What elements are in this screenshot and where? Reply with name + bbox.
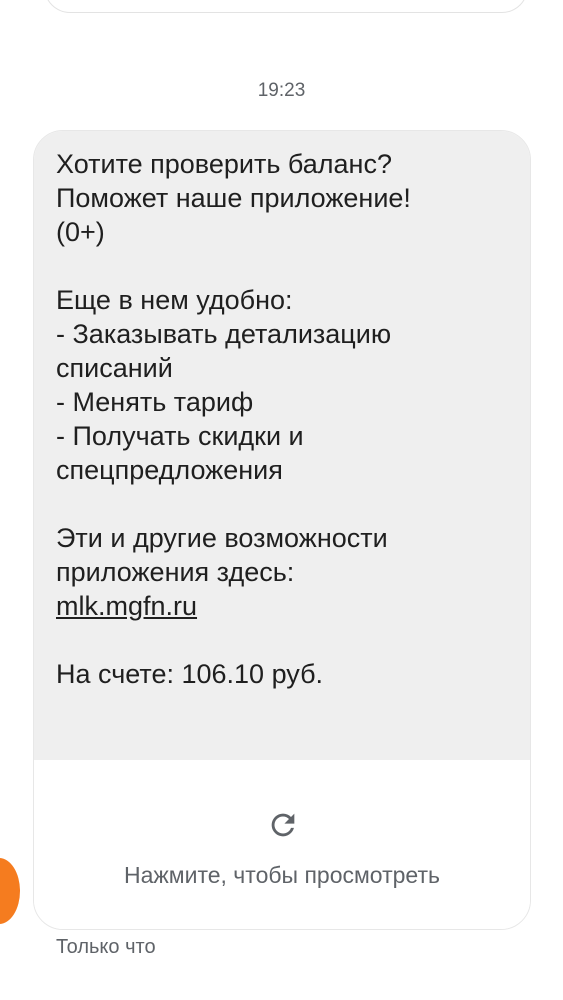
message-line — [56, 249, 516, 283]
message-link[interactable]: mlk.mgfn.ru — [56, 591, 197, 621]
delivery-status: Только что — [56, 936, 156, 958]
sender-avatar[interactable] — [0, 858, 20, 924]
message-line: - Заказывать детализацию — [56, 319, 392, 349]
link-preview[interactable]: Нажмите, чтобы просмотреть — [34, 760, 530, 929]
message-text: Хотите проверить баланс? Поможет наше пр… — [56, 147, 516, 691]
message-line: Еще в нем удобно: — [56, 285, 293, 315]
message-line: - Менять тариф — [56, 387, 254, 417]
message-line: - Получать скидки и — [56, 421, 304, 451]
balance-line: На счете: 106.10 руб. — [56, 659, 324, 689]
message-line: спецпредложения — [56, 455, 283, 485]
tap-to-view-label: Нажмите, чтобы просмотреть — [124, 862, 440, 888]
message-line: списаний — [56, 353, 173, 383]
reload-icon — [271, 813, 295, 837]
message-line: Поможет наше приложение! — [56, 183, 411, 213]
message-line: Хотите проверить баланс? — [56, 149, 392, 179]
message-bubble[interactable]: Хотите проверить баланс? Поможет наше пр… — [33, 130, 531, 930]
message-line — [56, 487, 516, 521]
previous-message-bubble[interactable] — [44, 0, 528, 13]
message-timestamp: 19:23 — [257, 80, 306, 101]
message-line: приложения здесь: — [56, 557, 295, 587]
message-line: Эти и другие возможности — [56, 523, 388, 553]
message-body: Хотите проверить баланс? Поможет наше пр… — [34, 131, 530, 760]
message-line: (0+) — [56, 217, 105, 247]
